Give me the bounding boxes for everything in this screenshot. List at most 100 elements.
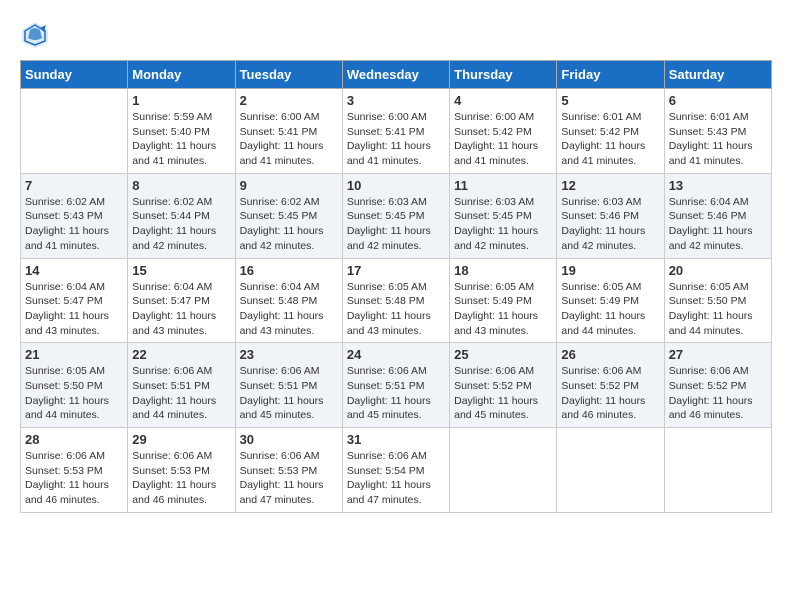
day-of-week-header: Thursday	[450, 61, 557, 89]
day-of-week-header: Friday	[557, 61, 664, 89]
day-info: Sunrise: 6:02 AMSunset: 5:43 PMDaylight:…	[25, 195, 123, 254]
calendar-cell: 12Sunrise: 6:03 AMSunset: 5:46 PMDayligh…	[557, 173, 664, 258]
day-info: Sunrise: 6:06 AMSunset: 5:51 PMDaylight:…	[347, 364, 445, 423]
calendar-cell: 13Sunrise: 6:04 AMSunset: 5:46 PMDayligh…	[664, 173, 771, 258]
day-info: Sunrise: 6:02 AMSunset: 5:44 PMDaylight:…	[132, 195, 230, 254]
calendar-week-row: 7 Sunrise: 6:02 AMSunset: 5:43 PMDaylight…	[21, 173, 772, 258]
calendar-cell: 10 Sunrise: 6:03 AMSunset: 5:45 PMDayligh…	[342, 173, 449, 258]
day-info: Sunrise: 6:04 AMSunset: 5:48 PMDaylight:…	[240, 280, 338, 339]
day-number: 10	[347, 178, 445, 193]
day-info: Sunrise: 6:05 AMSunset: 5:50 PMDaylight:…	[669, 280, 767, 339]
calendar-cell	[450, 428, 557, 513]
day-info: Sunrise: 6:02 AMSunset: 5:45 PMDaylight:…	[240, 195, 338, 254]
calendar-cell: 26 Sunrise: 6:06 AMSunset: 5:52 PMDayligh…	[557, 343, 664, 428]
calendar-cell: 7 Sunrise: 6:02 AMSunset: 5:43 PMDaylight…	[21, 173, 128, 258]
day-info: Sunrise: 6:01 AMSunset: 5:42 PMDaylight:…	[561, 110, 659, 169]
day-info: Sunrise: 6:05 AMSunset: 5:48 PMDaylight:…	[347, 280, 445, 339]
calendar-cell	[557, 428, 664, 513]
day-number: 14	[25, 263, 123, 278]
day-info: Sunrise: 6:00 AMSunset: 5:41 PMDaylight:…	[347, 110, 445, 169]
day-of-week-header: Sunday	[21, 61, 128, 89]
calendar-week-row: 21 Sunrise: 6:05 AMSunset: 5:50 PMDayligh…	[21, 343, 772, 428]
calendar-cell: 11 Sunrise: 6:03 AMSunset: 5:45 PMDayligh…	[450, 173, 557, 258]
day-info: Sunrise: 6:04 AMSunset: 5:46 PMDaylight:…	[669, 195, 767, 254]
calendar-cell: 22 Sunrise: 6:06 AMSunset: 5:51 PMDayligh…	[128, 343, 235, 428]
day-info: Sunrise: 6:04 AMSunset: 5:47 PMDaylight:…	[25, 280, 123, 339]
calendar-cell: 25 Sunrise: 6:06 AMSunset: 5:52 PMDayligh…	[450, 343, 557, 428]
calendar-week-row: 1 Sunrise: 5:59 AMSunset: 5:40 PMDaylight…	[21, 89, 772, 174]
logo	[20, 20, 54, 50]
calendar-cell: 16 Sunrise: 6:04 AMSunset: 5:48 PMDayligh…	[235, 258, 342, 343]
calendar-cell: 30 Sunrise: 6:06 AMSunset: 5:53 PMDayligh…	[235, 428, 342, 513]
day-number: 31	[347, 432, 445, 447]
calendar-cell: 5 Sunrise: 6:01 AMSunset: 5:42 PMDaylight…	[557, 89, 664, 174]
day-number: 22	[132, 347, 230, 362]
day-number: 15	[132, 263, 230, 278]
day-number: 4	[454, 93, 552, 108]
calendar-cell: 31 Sunrise: 6:06 AMSunset: 5:54 PMDayligh…	[342, 428, 449, 513]
day-info: Sunrise: 6:06 AMSunset: 5:53 PMDaylight:…	[240, 449, 338, 508]
day-number: 21	[25, 347, 123, 362]
day-number: 25	[454, 347, 552, 362]
calendar-cell: 8 Sunrise: 6:02 AMSunset: 5:44 PMDaylight…	[128, 173, 235, 258]
day-info: Sunrise: 6:05 AMSunset: 5:50 PMDaylight:…	[25, 364, 123, 423]
calendar-cell: 3Sunrise: 6:00 AMSunset: 5:41 PMDaylight…	[342, 89, 449, 174]
calendar-cell: 28 Sunrise: 6:06 AMSunset: 5:53 PMDayligh…	[21, 428, 128, 513]
day-info: Sunrise: 6:06 AMSunset: 5:52 PMDaylight:…	[454, 364, 552, 423]
day-info: Sunrise: 6:06 AMSunset: 5:52 PMDaylight:…	[669, 364, 767, 423]
calendar-cell: 14 Sunrise: 6:04 AMSunset: 5:47 PMDayligh…	[21, 258, 128, 343]
calendar-table: SundayMondayTuesdayWednesdayThursdayFrid…	[20, 60, 772, 513]
calendar-cell: 20Sunrise: 6:05 AMSunset: 5:50 PMDayligh…	[664, 258, 771, 343]
day-info: Sunrise: 6:06 AMSunset: 5:52 PMDaylight:…	[561, 364, 659, 423]
day-info: Sunrise: 5:59 AMSunset: 5:40 PMDaylight:…	[132, 110, 230, 169]
day-number: 19	[561, 263, 659, 278]
calendar-cell: 6Sunrise: 6:01 AMSunset: 5:43 PMDaylight…	[664, 89, 771, 174]
day-number: 26	[561, 347, 659, 362]
day-number: 18	[454, 263, 552, 278]
day-of-week-header: Wednesday	[342, 61, 449, 89]
day-info: Sunrise: 6:06 AMSunset: 5:51 PMDaylight:…	[132, 364, 230, 423]
calendar-cell: 15Sunrise: 6:04 AMSunset: 5:47 PMDayligh…	[128, 258, 235, 343]
day-info: Sunrise: 6:05 AMSunset: 5:49 PMDaylight:…	[454, 280, 552, 339]
day-info: Sunrise: 6:06 AMSunset: 5:53 PMDaylight:…	[132, 449, 230, 508]
day-info: Sunrise: 6:00 AMSunset: 5:41 PMDaylight:…	[240, 110, 338, 169]
day-number: 28	[25, 432, 123, 447]
calendar-cell: 2 Sunrise: 6:00 AMSunset: 5:41 PMDaylight…	[235, 89, 342, 174]
calendar-week-row: 14 Sunrise: 6:04 AMSunset: 5:47 PMDayligh…	[21, 258, 772, 343]
day-info: Sunrise: 6:06 AMSunset: 5:53 PMDaylight:…	[25, 449, 123, 508]
day-number: 8	[132, 178, 230, 193]
day-info: Sunrise: 6:06 AMSunset: 5:54 PMDaylight:…	[347, 449, 445, 508]
day-number: 24	[347, 347, 445, 362]
day-number: 29	[132, 432, 230, 447]
calendar-cell: 29 Sunrise: 6:06 AMSunset: 5:53 PMDayligh…	[128, 428, 235, 513]
day-number: 17	[347, 263, 445, 278]
day-info: Sunrise: 6:03 AMSunset: 5:45 PMDaylight:…	[347, 195, 445, 254]
day-info: Sunrise: 6:06 AMSunset: 5:51 PMDaylight:…	[240, 364, 338, 423]
page-header	[20, 20, 772, 50]
day-info: Sunrise: 6:03 AMSunset: 5:45 PMDaylight:…	[454, 195, 552, 254]
day-number: 2	[240, 93, 338, 108]
day-number: 23	[240, 347, 338, 362]
calendar-cell: 4Sunrise: 6:00 AMSunset: 5:42 PMDaylight…	[450, 89, 557, 174]
day-number: 1	[132, 93, 230, 108]
calendar-cell: 19Sunrise: 6:05 AMSunset: 5:49 PMDayligh…	[557, 258, 664, 343]
day-number: 9	[240, 178, 338, 193]
day-of-week-header: Saturday	[664, 61, 771, 89]
calendar-cell	[21, 89, 128, 174]
day-number: 11	[454, 178, 552, 193]
day-number: 7	[25, 178, 123, 193]
day-number: 16	[240, 263, 338, 278]
calendar-week-row: 28 Sunrise: 6:06 AMSunset: 5:53 PMDayligh…	[21, 428, 772, 513]
calendar-cell: 27Sunrise: 6:06 AMSunset: 5:52 PMDayligh…	[664, 343, 771, 428]
day-number: 5	[561, 93, 659, 108]
logo-icon	[20, 20, 50, 50]
day-of-week-header: Monday	[128, 61, 235, 89]
day-info: Sunrise: 6:01 AMSunset: 5:43 PMDaylight:…	[669, 110, 767, 169]
calendar-cell: 23 Sunrise: 6:06 AMSunset: 5:51 PMDayligh…	[235, 343, 342, 428]
day-number: 30	[240, 432, 338, 447]
calendar-cell: 21 Sunrise: 6:05 AMSunset: 5:50 PMDayligh…	[21, 343, 128, 428]
day-number: 12	[561, 178, 659, 193]
calendar-cell: 1 Sunrise: 5:59 AMSunset: 5:40 PMDaylight…	[128, 89, 235, 174]
calendar-cell: 24 Sunrise: 6:06 AMSunset: 5:51 PMDayligh…	[342, 343, 449, 428]
calendar-cell: 18 Sunrise: 6:05 AMSunset: 5:49 PMDayligh…	[450, 258, 557, 343]
